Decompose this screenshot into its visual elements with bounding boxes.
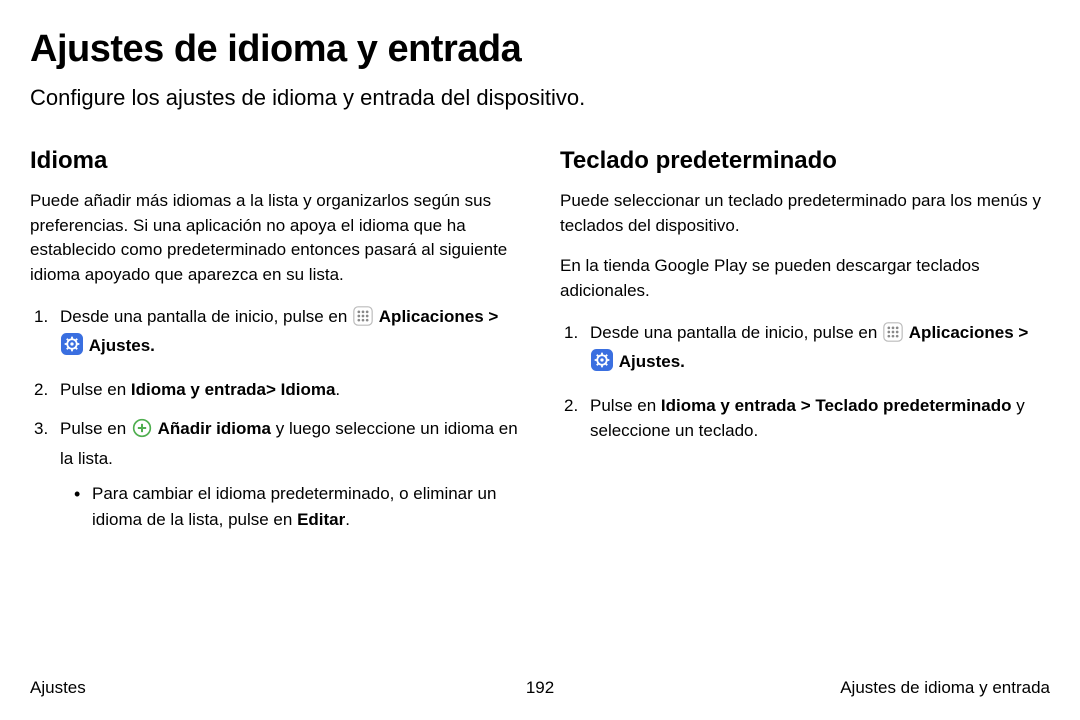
- section-idioma: Idioma Puede añadir más idiomas a la lis…: [30, 147, 520, 546]
- apps-icon: [353, 306, 373, 334]
- page-footer: Ajustes 192 Ajustes de idioma y entrada: [30, 678, 1050, 698]
- plus-icon: [132, 418, 152, 446]
- apps-icon: [883, 322, 903, 350]
- apps-label: Aplicaciones: [909, 323, 1014, 342]
- period: .: [680, 352, 685, 371]
- steps-list: Desde una pantalla de inicio, pulse en A…: [560, 320, 1050, 444]
- content-columns: Idioma Puede añadir más idiomas a la lis…: [30, 147, 1050, 546]
- section-teclado: Teclado predeterminado Puede seleccionar…: [560, 147, 1050, 546]
- chevron-separator: >: [488, 307, 498, 326]
- sub-bullet-item: Para cambiar el idioma predeterminado, o…: [74, 481, 520, 532]
- section-heading: Teclado predeterminado: [560, 147, 1050, 175]
- footer-left: Ajustes: [30, 678, 86, 698]
- page-subtitle: Configure los ajustes de idioma y entrad…: [30, 85, 1050, 111]
- step-text: Desde una pantalla de inicio, pulse en: [590, 323, 882, 342]
- page-title: Ajustes de idioma y entrada: [30, 28, 1050, 71]
- steps-list: Desde una pantalla de inicio, pulse en A…: [30, 304, 520, 533]
- step-item: Pulse en Idioma y entrada > Teclado pred…: [560, 393, 1050, 444]
- intro-paragraph: Puede añadir más idiomas a la lista y or…: [30, 189, 520, 288]
- sub-bullet-list: Para cambiar el idioma predeterminado, o…: [60, 481, 520, 532]
- step-item: Desde una pantalla de inicio, pulse en A…: [30, 304, 520, 363]
- chevron-separator: >: [1018, 323, 1028, 342]
- footer-right: Ajustes de idioma y entrada: [840, 678, 1050, 698]
- period: .: [150, 336, 155, 355]
- bullet-text: Para cambiar el idioma predeterminado, o…: [92, 484, 496, 529]
- step-item: Pulse en Añadir idioma y luego seleccion…: [30, 416, 520, 532]
- add-language-label: Añadir idioma: [158, 419, 271, 438]
- step-bold: Idioma y entrada> Idioma: [131, 380, 336, 399]
- intro-paragraph: Puede seleccionar un teclado predetermin…: [560, 189, 1050, 238]
- step-bold: Idioma y entrada > Teclado predeterminad…: [661, 396, 1012, 415]
- gear-icon: [591, 349, 613, 379]
- apps-label: Aplicaciones: [379, 307, 484, 326]
- step-item: Desde una pantalla de inicio, pulse en A…: [560, 320, 1050, 379]
- step-item: Pulse en Idioma y entrada> Idioma.: [30, 377, 520, 403]
- step-text: Pulse en: [60, 419, 131, 438]
- step-text: Pulse en: [60, 380, 131, 399]
- intro-paragraph: En la tienda Google Play se pueden desca…: [560, 254, 1050, 303]
- document-page: Ajustes de idioma y entrada Configure lo…: [0, 0, 1080, 720]
- step-text: Desde una pantalla de inicio, pulse en: [60, 307, 352, 326]
- step-text: Pulse en: [590, 396, 661, 415]
- settings-label: Ajustes: [619, 352, 680, 371]
- edit-label: Editar: [297, 510, 345, 529]
- section-heading: Idioma: [30, 147, 520, 175]
- bullet-tail: .: [345, 510, 350, 529]
- step-tail: .: [335, 380, 340, 399]
- gear-icon: [61, 333, 83, 363]
- page-number: 192: [526, 678, 554, 698]
- settings-label: Ajustes: [89, 336, 150, 355]
